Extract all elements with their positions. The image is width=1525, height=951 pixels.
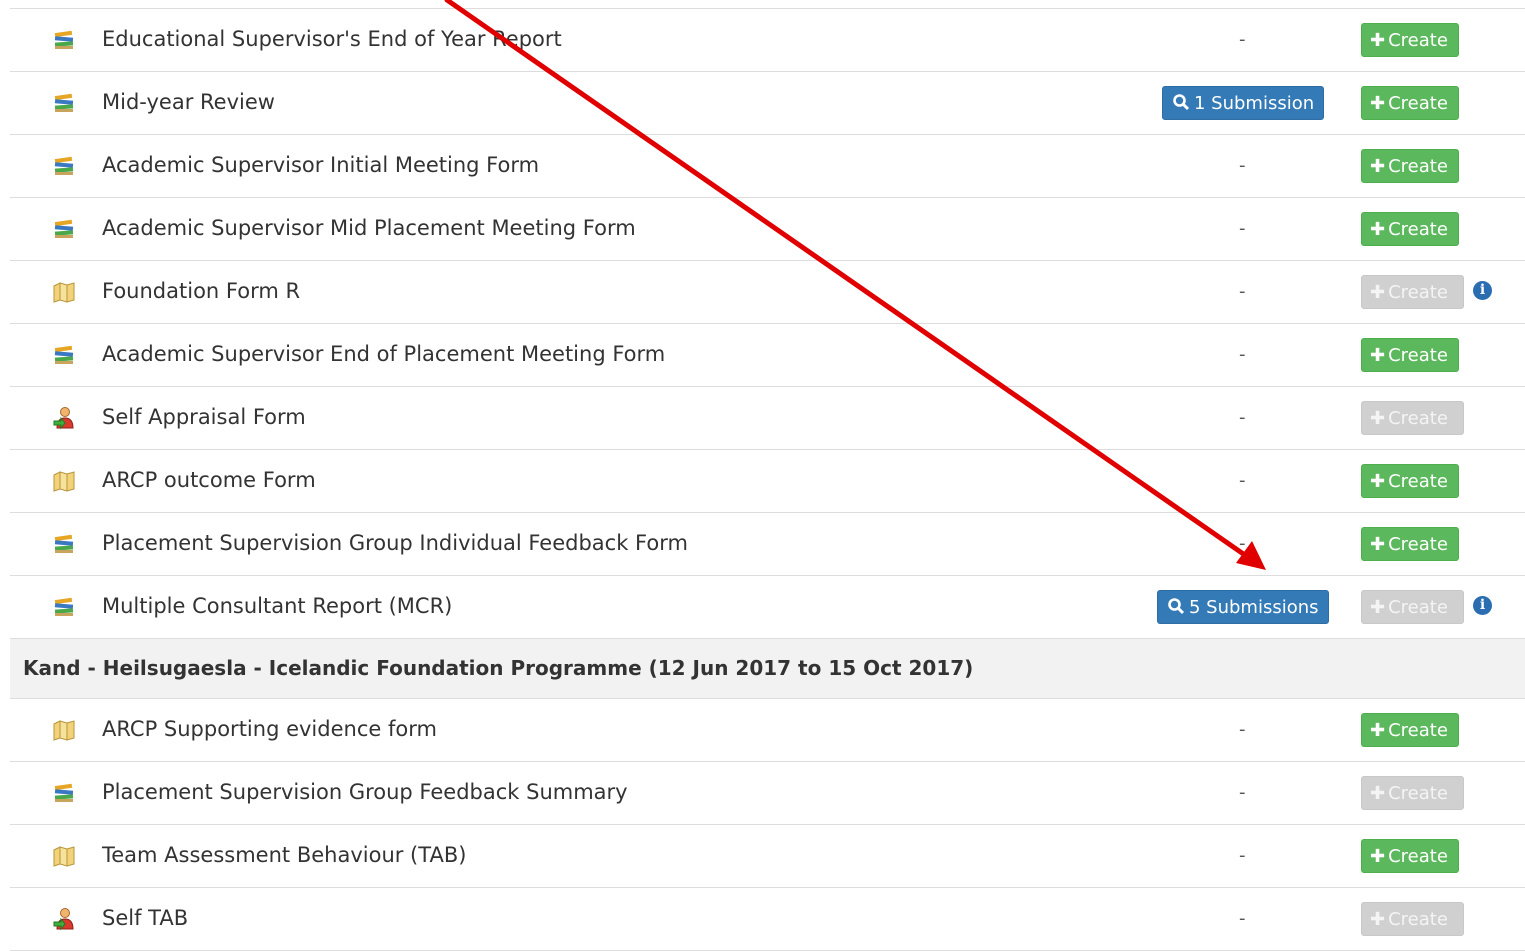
submission-status: - bbox=[1239, 533, 1246, 554]
table-row: Placement Supervision Group Individual F… bbox=[10, 513, 1525, 576]
table-row: Educational Supervisor's End of Year Rep… bbox=[10, 9, 1525, 72]
form-name[interactable]: Foundation Form R bbox=[102, 261, 300, 321]
create-button[interactable]: ✚ Create bbox=[1361, 464, 1459, 498]
plus-icon: ✚ bbox=[1370, 720, 1386, 741]
plus-icon: ✚ bbox=[1370, 408, 1386, 429]
create-button[interactable]: ✚ Create bbox=[1361, 590, 1464, 624]
form-name[interactable]: Placement Supervision Group Individual F… bbox=[102, 513, 688, 573]
books-icon bbox=[52, 28, 76, 52]
create-button[interactable]: ✚ Create bbox=[1361, 275, 1464, 309]
view-submissions-button[interactable]: 1 Submission bbox=[1162, 86, 1324, 120]
books-icon bbox=[52, 91, 76, 115]
form-name[interactable]: Academic Supervisor End of Placement Mee… bbox=[102, 324, 665, 384]
create-button[interactable]: ✚ Create bbox=[1361, 86, 1459, 120]
create-button[interactable]: ✚ Create bbox=[1361, 776, 1464, 810]
plus-icon: ✚ bbox=[1370, 783, 1386, 804]
plus-icon: ✚ bbox=[1370, 345, 1386, 366]
books-icon bbox=[52, 595, 76, 619]
books-icon bbox=[52, 154, 76, 178]
plus-icon: ✚ bbox=[1370, 909, 1386, 930]
submission-status: - bbox=[1239, 29, 1246, 50]
books-icon bbox=[52, 781, 76, 805]
create-button[interactable]: ✚ Create bbox=[1361, 839, 1459, 873]
person-icon bbox=[52, 406, 76, 430]
plus-icon: ✚ bbox=[1370, 282, 1386, 303]
table-row: ARCP Supporting evidence form - ✚ Create bbox=[10, 699, 1525, 762]
plus-icon: ✚ bbox=[1370, 219, 1386, 240]
books-icon bbox=[52, 217, 76, 241]
info-icon[interactable]: i bbox=[1473, 596, 1492, 615]
submission-status: - bbox=[1239, 470, 1246, 491]
plus-icon: ✚ bbox=[1370, 846, 1386, 867]
submission-status: - bbox=[1239, 344, 1246, 365]
submission-status: - bbox=[1239, 908, 1246, 929]
form-name[interactable]: Placement Supervision Group Feedback Sum… bbox=[102, 762, 628, 822]
form-name[interactable]: Self TAB bbox=[102, 888, 188, 948]
create-button[interactable]: ✚ Create bbox=[1361, 149, 1459, 183]
table-row: Foundation Form R - ✚ Create i bbox=[10, 261, 1525, 324]
form-name[interactable]: Self Appraisal Form bbox=[102, 387, 306, 447]
submission-status: - bbox=[1239, 845, 1246, 866]
table-row: Placement Supervision Group Feedback Sum… bbox=[10, 762, 1525, 825]
form-name[interactable]: Mid-year Review bbox=[102, 72, 275, 132]
table-row: Self TAB - ✚ Create bbox=[10, 888, 1525, 951]
plus-icon: ✚ bbox=[1370, 30, 1386, 51]
create-button[interactable]: ✚ Create bbox=[1361, 527, 1459, 561]
create-button[interactable]: ✚ Create bbox=[1361, 902, 1464, 936]
info-icon[interactable]: i bbox=[1473, 281, 1492, 300]
create-button[interactable]: ✚ Create bbox=[1361, 23, 1459, 57]
folder-icon bbox=[52, 844, 76, 868]
folder-icon bbox=[52, 469, 76, 493]
plus-icon: ✚ bbox=[1370, 597, 1386, 618]
folder-icon bbox=[52, 280, 76, 304]
table-row: Mid-year Review 1 Submission ✚ Create bbox=[10, 72, 1525, 135]
table-row: Team Assessment Behaviour (TAB) - ✚ Creat… bbox=[10, 825, 1525, 888]
folder-icon bbox=[52, 718, 76, 742]
plus-icon: ✚ bbox=[1370, 534, 1386, 555]
section-title: Kand - Heilsugaesla - Icelandic Foundati… bbox=[23, 656, 974, 680]
search-icon bbox=[1168, 598, 1185, 615]
table-row: Academic Supervisor End of Placement Mee… bbox=[10, 324, 1525, 387]
view-submissions-button[interactable]: 5 Submissions bbox=[1157, 590, 1329, 624]
submission-status: - bbox=[1239, 407, 1246, 428]
form-name[interactable]: Multiple Consultant Report (MCR) bbox=[102, 576, 452, 636]
table-row: Academic Supervisor Initial Meeting Form… bbox=[10, 135, 1525, 198]
create-button[interactable]: ✚ Create bbox=[1361, 713, 1459, 747]
form-name[interactable]: Academic Supervisor Initial Meeting Form bbox=[102, 135, 539, 195]
plus-icon: ✚ bbox=[1370, 471, 1386, 492]
table-row: Academic Supervisor Mid Placement Meetin… bbox=[10, 198, 1525, 261]
books-icon bbox=[52, 343, 76, 367]
books-icon bbox=[52, 532, 76, 556]
submission-status: - bbox=[1239, 155, 1246, 176]
programme-section-header: Kand - Heilsugaesla - Icelandic Foundati… bbox=[10, 639, 1525, 699]
search-icon bbox=[1173, 94, 1190, 111]
form-name[interactable]: ARCP Supporting evidence form bbox=[102, 699, 437, 759]
submission-status: - bbox=[1239, 281, 1246, 302]
forms-table: Educational Supervisor's End of Year Rep… bbox=[10, 8, 1525, 951]
submission-status: - bbox=[1239, 719, 1246, 740]
plus-icon: ✚ bbox=[1370, 156, 1386, 177]
form-name[interactable]: Educational Supervisor's End of Year Rep… bbox=[102, 9, 562, 69]
create-button[interactable]: ✚ Create bbox=[1361, 212, 1459, 246]
form-name[interactable]: Academic Supervisor Mid Placement Meetin… bbox=[102, 198, 636, 258]
table-row: Multiple Consultant Report (MCR) 5 Submi… bbox=[10, 576, 1525, 639]
submission-status: - bbox=[1239, 218, 1246, 239]
create-button[interactable]: ✚ Create bbox=[1361, 338, 1459, 372]
create-button[interactable]: ✚ Create bbox=[1361, 401, 1464, 435]
person-icon bbox=[52, 907, 76, 931]
plus-icon: ✚ bbox=[1370, 93, 1386, 114]
form-name[interactable]: Team Assessment Behaviour (TAB) bbox=[102, 825, 466, 885]
table-row: Self Appraisal Form - ✚ Create bbox=[10, 387, 1525, 450]
form-name[interactable]: ARCP outcome Form bbox=[102, 450, 316, 510]
submission-status: - bbox=[1239, 782, 1246, 803]
table-row: ARCP outcome Form - ✚ Create bbox=[10, 450, 1525, 513]
